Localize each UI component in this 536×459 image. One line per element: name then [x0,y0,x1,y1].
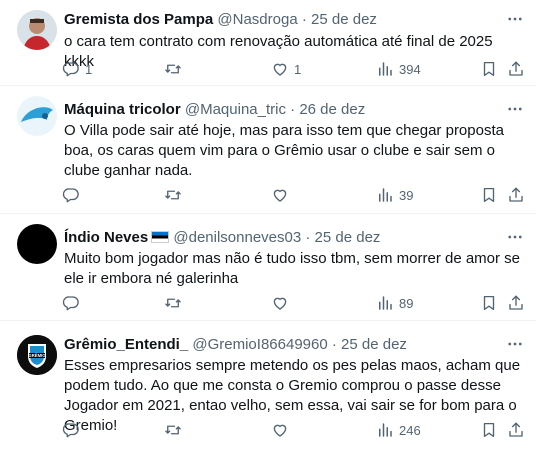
author-name[interactable]: Grêmio_Entendi_ [64,336,188,353]
like-count: 1 [294,61,302,77]
avatar[interactable] [17,224,57,264]
tweet[interactable]: Máquina tricolor @Maquina_tric · 26 de d… [0,86,536,214]
reply-icon [62,60,80,78]
tweet[interactable]: Gremista dos Pampa @Nasdroga · 25 de dez… [0,0,536,86]
tweet-header: Máquina tricolor @Maquina_tric · 26 de d… [64,100,496,119]
retweet-button[interactable] [164,183,187,207]
retweet-icon [164,186,182,204]
reply-count: 1 [85,61,93,77]
tweet-actions: 1 1 394 [58,57,528,81]
tweet-date[interactable]: 25 de dez [341,336,407,353]
bookmark-button[interactable] [480,418,498,442]
more-options-icon[interactable] [506,335,524,353]
view-count: 394 [399,61,421,77]
heart-icon [271,186,289,204]
like-button[interactable] [271,291,294,315]
separator: · [301,11,307,28]
bookmark-button[interactable] [480,57,498,81]
avatar[interactable]: GRÊMIO [17,335,57,375]
reply-button[interactable] [62,183,85,207]
views-button[interactable]: 394 [376,57,421,81]
views-button[interactable]: 246 [376,418,421,442]
tweet-actions: 246 [58,418,528,442]
share-icon [507,421,525,439]
like-button[interactable] [271,418,294,442]
reply-icon [62,294,80,312]
share-icon [507,60,525,78]
avatar[interactable] [17,96,57,136]
author-handle[interactable]: @denilsonneves03 [173,229,301,246]
author-name[interactable]: Gremista dos Pampa [64,11,213,28]
retweet-button[interactable] [164,291,187,315]
share-icon [507,294,525,312]
tweet-actions: 39 [58,183,528,207]
estonia-flag-icon [151,231,170,243]
retweet-button[interactable] [164,418,187,442]
bookmark-icon [480,60,498,78]
separator: · [331,336,337,353]
share-button[interactable] [507,418,525,442]
author-handle[interactable]: @Maquina_tric [185,101,286,118]
more-options-icon[interactable] [506,100,524,118]
view-count: 39 [399,187,414,203]
heart-icon [271,421,289,439]
author-name[interactable]: Índio Neves [64,229,148,246]
avatar[interactable] [17,10,57,50]
retweet-icon [164,60,182,78]
bookmark-button[interactable] [480,183,498,207]
tweet-actions: 89 [58,291,528,315]
views-icon [376,421,394,439]
views-button[interactable]: 39 [376,183,413,207]
reply-icon [62,421,80,439]
reply-button[interactable]: 1 [62,57,92,81]
like-button[interactable]: 1 [271,57,301,81]
bookmark-icon [480,186,498,204]
bookmark-icon [480,421,498,439]
bookmark-icon [480,294,498,312]
reply-button[interactable] [62,291,85,315]
author-handle[interactable]: @Nasdroga [217,11,297,28]
reply-button[interactable] [62,418,85,442]
svg-text:GRÊMIO: GRÊMIO [29,353,47,358]
author-handle[interactable]: @GremioI86649960 [192,336,327,353]
tweet-header: Índio Neves @denilsonneves03 · 25 de dez [64,228,496,247]
retweet-button[interactable] [164,57,187,81]
tweet-header: Gremista dos Pampa @Nasdroga · 25 de dez [64,10,496,29]
tweet-header: Grêmio_Entendi_ @GremioI86649960 · 25 de… [64,335,496,354]
tweet-date[interactable]: 25 de dez [311,11,377,28]
heart-icon [271,294,289,312]
views-icon [376,186,394,204]
separator: · [290,101,296,118]
reply-icon [62,186,80,204]
tweet[interactable]: GRÊMIO Grêmio_Entendi_ @GremioI86649960 … [0,321,536,459]
more-options-icon[interactable] [506,10,524,28]
tweet-date[interactable]: 26 de dez [299,101,365,118]
views-button[interactable]: 89 [376,291,413,315]
tweet-text: Muito bom jogador mas não é tudo isso tb… [64,250,521,287]
more-options-icon[interactable] [506,228,524,246]
views-icon [376,294,394,312]
retweet-icon [164,421,182,439]
view-count: 246 [399,422,421,438]
separator: · [305,229,311,246]
views-icon [376,60,394,78]
tweet-date[interactable]: 25 de dez [315,229,381,246]
share-button[interactable] [507,291,525,315]
share-button[interactable] [507,57,525,81]
retweet-icon [164,294,182,312]
tweet[interactable]: Índio Neves @denilsonneves03 · 25 de dez… [0,214,536,321]
view-count: 89 [399,295,414,311]
author-name[interactable]: Máquina tricolor [64,101,181,118]
tweet-text: O Villa pode sair até hoje, mas para iss… [64,122,504,179]
like-button[interactable] [271,183,294,207]
share-icon [507,186,525,204]
heart-icon [271,60,289,78]
share-button[interactable] [507,183,525,207]
bookmark-button[interactable] [480,291,498,315]
